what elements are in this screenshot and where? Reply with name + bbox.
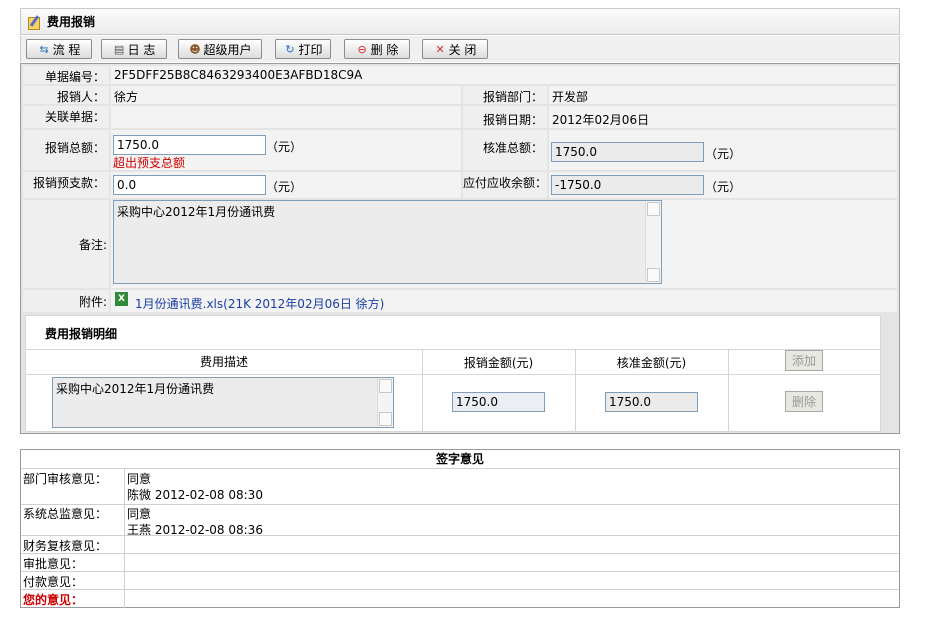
flow-button[interactable]: ⇆ 流 程 (26, 39, 92, 59)
remark-label: 备注: (78, 238, 107, 252)
edit-document-icon (27, 15, 41, 30)
signoff-row: 财务复核意见： (21, 535, 899, 553)
toolbar: ⇆ 流 程 ▤ 日 志 ☻ 超级用户 ↻ 打印 ⊖ 删 除 ✕ 关 闭 (20, 36, 900, 62)
approved-total-label: 核准总额： (482, 141, 543, 155)
related-doc-label: 关联单据： (44, 110, 105, 124)
expense-detail-section: 费用报销明细 费用描述 报销金额(元) 核准金额(元) 添加 采购中心2012年… (25, 315, 881, 432)
remark-scrollbar[interactable] (645, 201, 661, 283)
log-icon: ▤ (113, 42, 125, 56)
your-opinion-label[interactable]: 您的意见： (23, 591, 83, 608)
close-icon: ✕ (435, 42, 445, 56)
excel-file-icon: X (115, 292, 128, 306)
delete-button-label: 删 除 (370, 42, 399, 57)
detail-desc-text: 采购中心2012年1月份通讯费 (56, 382, 215, 396)
payable-label: 应付应收余额： (463, 176, 548, 190)
user-icon: ☻ (189, 42, 201, 56)
delete-icon: ⊖ (357, 42, 367, 56)
approval-label: 审批意见： (23, 557, 84, 571)
col-desc-header: 费用描述 (199, 355, 248, 369)
advance-unit: （元） (266, 180, 303, 194)
close-button-label: 关 闭 (448, 42, 477, 57)
signoff-title: 签字意见 (435, 452, 484, 466)
detail-amount-input[interactable]: 1750.0 (452, 392, 545, 412)
attachment-label: 附件: (78, 295, 107, 309)
advance-label: 报销预支款： (32, 176, 105, 190)
approved-total-unit: （元） (705, 147, 742, 161)
director-review-label: 系统总监意见： (23, 507, 108, 521)
flow-button-label: 流 程 (52, 42, 81, 57)
dept-review-signer: 陈微 2012-02-08 08:30 (127, 488, 263, 502)
dept-value: 开发部 (552, 90, 589, 104)
col-approved-header: 核准金额(元) (616, 356, 687, 370)
approved-total-input[interactable]: 1750.0 (551, 142, 704, 162)
director-review-opinion: 同意 (127, 507, 152, 521)
total-label: 报销总额： (44, 141, 105, 155)
expense-form: 单据编号： 2F5DFF25B8C8463293400E3AFBD18C9A 报… (20, 63, 900, 434)
dept-review-opinion: 同意 (127, 472, 152, 486)
detail-desc-scrollbar[interactable] (377, 378, 393, 427)
print-button[interactable]: ↻ 打印 (275, 39, 331, 59)
remark-textarea[interactable]: 采购中心2012年1月份通讯费 (113, 200, 662, 284)
log-button-label: 日 志 (127, 42, 156, 57)
date-label: 报销日期： (482, 113, 543, 127)
window-titlebar: 费用报销 (20, 8, 900, 35)
refresh-icon: ↻ (285, 42, 295, 56)
superuser-button-label: 超级用户 (203, 42, 252, 57)
signoff-row: 审批意见： (21, 553, 899, 571)
detail-approved-input[interactable]: 1750.0 (605, 392, 698, 412)
payable-unit: （元） (705, 180, 742, 194)
payable-input[interactable]: -1750.0 (551, 175, 704, 195)
add-row-button[interactable]: 添加 (785, 350, 823, 371)
doc-no-value: 2F5DFF25B8C8463293400E3AFBD18C9A (114, 68, 363, 82)
applicant-label: 报销人： (56, 90, 105, 104)
detail-title: 费用报销明细 (45, 327, 118, 341)
date-value: 2012年02月06日 (552, 113, 650, 127)
window-title: 费用报销 (47, 15, 96, 29)
payment-label: 付款意见： (23, 575, 84, 589)
attachment-link[interactable]: 1月份通讯费.xls(21K 2012年02月06日 徐方) (135, 295, 384, 312)
applicant-value: 徐方 (114, 90, 139, 104)
detail-desc-textarea[interactable]: 采购中心2012年1月份通讯费 (52, 377, 394, 428)
total-unit: （元） (266, 140, 303, 154)
delete-row-button[interactable]: 删除 (785, 391, 823, 412)
close-button[interactable]: ✕ 关 闭 (422, 39, 488, 59)
print-button-label: 打印 (298, 42, 323, 57)
advance-input[interactable]: 0.0 (113, 175, 266, 195)
signoff-row: 您的意见： (21, 589, 899, 607)
flow-icon: ⇆ (39, 42, 49, 56)
signoff-row: 部门审核意见： 同意 陈微 2012-02-08 08:30 (21, 468, 899, 504)
log-button[interactable]: ▤ 日 志 (101, 39, 167, 59)
signoff-row: 系统总监意见： 同意 王燕 2012-02-08 08:36 (21, 504, 899, 537)
delete-button[interactable]: ⊖ 删 除 (344, 39, 410, 59)
over-budget-warning: 超出预支总额 (113, 156, 186, 170)
dept-label: 报销部门： (482, 90, 543, 104)
doc-no-label: 单据编号： (44, 70, 105, 84)
dept-review-label: 部门审核意见： (23, 472, 108, 486)
total-input[interactable]: 1750.0 (113, 135, 266, 155)
col-amount-header: 报销金额(元) (463, 356, 534, 370)
remark-text: 采购中心2012年1月份通讯费 (117, 205, 276, 219)
signoff-section: 签字意见 部门审核意见： 同意 陈微 2012-02-08 08:30 系统总监… (20, 449, 900, 608)
superuser-button[interactable]: ☻ 超级用户 (178, 39, 262, 59)
finance-review-label: 财务复核意见： (23, 539, 108, 553)
signoff-row: 付款意见： (21, 571, 899, 589)
